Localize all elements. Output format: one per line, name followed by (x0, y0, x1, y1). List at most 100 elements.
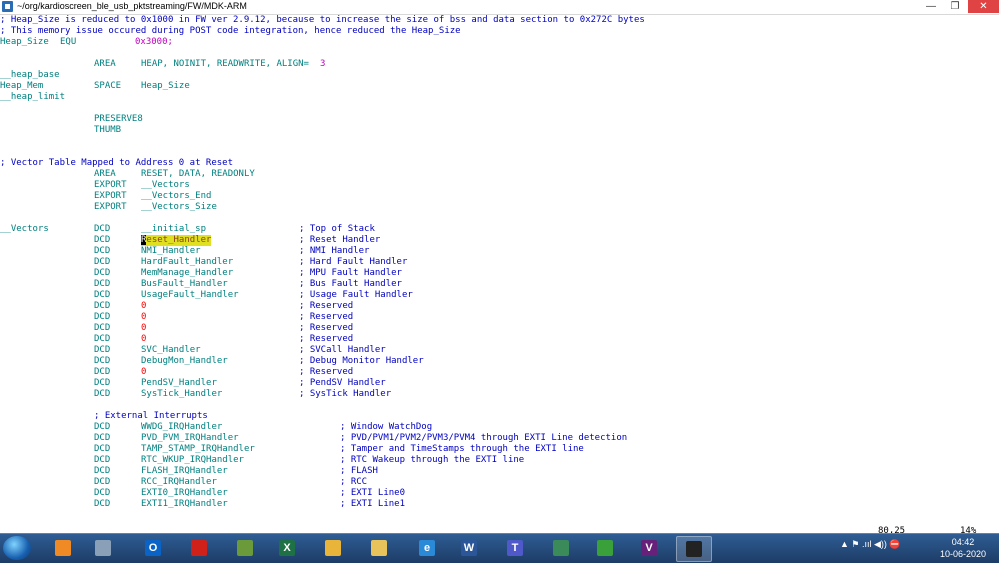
irq-comment: ; PVD/PVM1/PVM2/PVM3/PVM4 through EXTI L… (340, 433, 628, 443)
vector-comment: ; SVCall Handler (299, 345, 386, 355)
vector-handler: Reset_Handler (141, 235, 212, 246)
dcd-directive: DCD (94, 444, 111, 454)
dcd-directive: DCD (94, 345, 111, 355)
args: Heap_Size (141, 81, 190, 91)
taskbar-button[interactable] (544, 536, 578, 560)
taskbar-button[interactable] (316, 536, 350, 560)
label: __Vectors (0, 224, 49, 234)
directive: AREA (94, 59, 116, 69)
vector-handler: 0 (141, 367, 147, 377)
dcd-directive: DCD (94, 312, 111, 322)
vector-comment: ; Usage Fault Handler (299, 290, 413, 300)
directive: EQU (60, 37, 77, 47)
taskbar-button[interactable]: V (632, 536, 666, 560)
chart-app-icon (237, 540, 253, 556)
vector-comment: ; Debug Monitor Handler (299, 356, 424, 366)
dcd-directive: DCD (94, 422, 111, 432)
dcd-directive: DCD (94, 290, 111, 300)
vector-comment: ; Reserved (299, 301, 354, 311)
teams-icon: T (507, 540, 523, 556)
taskbar-button[interactable] (86, 536, 120, 560)
dcd-directive: DCD (94, 268, 111, 278)
vector-handler: BusFault_Handler (141, 279, 228, 289)
dcd-directive: DCD (94, 323, 111, 333)
start-button[interactable] (3, 536, 31, 560)
comment-line: ; Heap_Size is reduced to 0x1000 in FW v… (0, 15, 645, 25)
window-title: ~/org/kardioscreen_ble_usb_pktstreaming/… (17, 1, 247, 11)
console-icon (686, 541, 702, 557)
terminal-app-icon (553, 540, 569, 556)
label: __heap_limit (0, 92, 66, 102)
taskbar-button[interactable] (46, 536, 80, 560)
taskbar-button[interactable] (182, 536, 216, 560)
word-icon: W (461, 540, 477, 556)
label: Heap_Mem (0, 81, 44, 91)
dcd-directive: DCD (94, 378, 111, 388)
taskbar-button[interactable]: X (270, 536, 304, 560)
taskbar-button[interactable]: O (136, 536, 170, 560)
irq-handler: EXTI0_IRQHandler (141, 488, 228, 498)
dcd-directive: DCD (94, 334, 111, 344)
directive: SPACE (94, 81, 122, 91)
minimize-button[interactable]: — (920, 0, 942, 13)
calculator-icon (95, 540, 111, 556)
title-bar: ~/org/kardioscreen_ble_usb_pktstreaming/… (0, 0, 999, 15)
dcd-directive: DCD (94, 499, 111, 509)
dcd-directive: DCD (94, 433, 111, 443)
args: RESET, DATA, READONLY (141, 169, 255, 179)
irq-handler: TAMP_STAMP_IRQHandler (141, 444, 255, 454)
folder-icon (371, 540, 387, 556)
clock-date[interactable]: 10-06-2020 (938, 549, 988, 559)
chrome-icon (325, 540, 341, 556)
dcd-directive: DCD (94, 356, 111, 366)
vector-handler: __initial_sp (141, 224, 207, 234)
clock-time[interactable]: 04:42 (938, 537, 988, 547)
system-tray[interactable]: ▲ ⚑ .ııl ◀)) ⛔ (840, 539, 901, 550)
taskbar-button[interactable] (228, 536, 262, 560)
irq-comment: ; EXTI Line1 (340, 499, 406, 509)
dcd-directive: DCD (94, 488, 111, 498)
comment-line: ; External Interrupts (94, 411, 208, 421)
taskbar-button[interactable] (362, 536, 396, 560)
dcd-directive: DCD (94, 466, 111, 476)
vector-handler: SVC_Handler (141, 345, 201, 355)
irq-comment: ; EXTI Line0 (340, 488, 406, 498)
comment-line: ; This memory issue occured during POST … (0, 26, 461, 36)
dcd-directive: DCD (94, 455, 111, 465)
vector-comment: ; Reserved (299, 323, 354, 333)
irq-handler: EXTI1_IRQHandler (141, 499, 228, 509)
vector-handler: 0 (141, 323, 147, 333)
windows-app-icon (597, 540, 613, 556)
vector-handler: HardFault_Handler (141, 257, 234, 267)
taskbar-button[interactable] (676, 536, 712, 562)
irq-handler: RTC_WKUP_IRQHandler (141, 455, 244, 465)
args: __Vectors (141, 180, 190, 190)
dcd-directive: DCD (94, 224, 111, 234)
media-player-icon (55, 540, 71, 556)
taskbar-button[interactable]: W (452, 536, 486, 560)
irq-comment: ; FLASH (340, 466, 378, 476)
outlook-icon: O (145, 540, 161, 556)
dcd-directive: DCD (94, 235, 111, 245)
irq-comment: ; RTC Wakeup through the EXTI line (340, 455, 525, 465)
editor-pane[interactable]: ; Heap_Size is reduced to 0x1000 in FW v… (0, 15, 999, 536)
pdf-icon (191, 540, 207, 556)
dcd-directive: DCD (94, 279, 111, 289)
vector-comment: ; Hard Fault Handler (299, 257, 408, 267)
directive: EXPORT (94, 191, 127, 201)
close-button[interactable]: ✕ (968, 0, 999, 13)
gvim-app-icon (2, 1, 13, 12)
taskbar-button[interactable]: T (498, 536, 532, 560)
vector-handler: UsageFault_Handler (141, 290, 239, 300)
directive: THUMB (94, 125, 122, 135)
maximize-button[interactable]: ❐ (944, 0, 966, 13)
irq-handler: PVD_PVM_IRQHandler (141, 433, 239, 443)
taskbar: O Xe W T V ▲ ⚑ .ııl ◀)) ⛔ 04:42 10-06-2020 (0, 533, 999, 563)
vector-comment: ; MPU Fault Handler (299, 268, 402, 278)
taskbar-button[interactable]: e (410, 536, 444, 560)
vector-comment: ; Reserved (299, 367, 354, 377)
vector-comment: ; Reserved (299, 312, 354, 322)
directive: PRESERVE8 (94, 114, 143, 124)
irq-handler: WWDG_IRQHandler (141, 422, 223, 432)
taskbar-button[interactable] (588, 536, 622, 560)
